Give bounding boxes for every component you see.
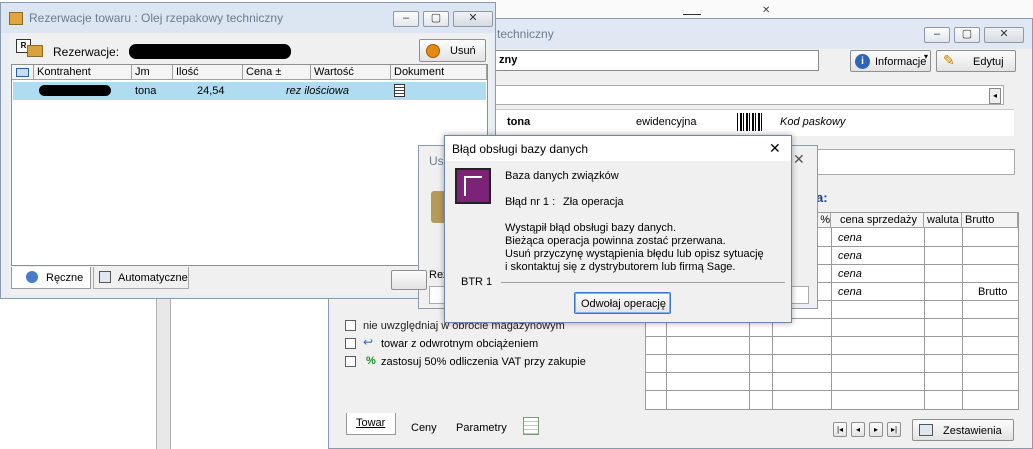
price-row-2-price[interactable]: cena bbox=[838, 250, 862, 262]
error-source: Baza danych związków bbox=[505, 170, 619, 182]
maximize-button[interactable]: ▢ bbox=[954, 27, 980, 43]
product-details-strip: ◂ bbox=[494, 85, 1004, 105]
info-icon: i bbox=[855, 54, 870, 69]
nav-next-button[interactable]: ▸ bbox=[869, 422, 883, 437]
option-label-3: zastosuj 50% odliczenia VAT przy zakupie bbox=[381, 356, 586, 368]
unit-value: tona bbox=[507, 116, 531, 128]
product-name-field[interactable]: zny bbox=[494, 50, 819, 71]
price-row-1-price[interactable]: cena bbox=[838, 232, 862, 244]
tab-ceny[interactable]: Ceny bbox=[411, 422, 437, 434]
product-attributes-strip: tona ewidencyjna Kod paskowy bbox=[494, 109, 1014, 136]
barcode-label: Kod paskowy bbox=[780, 116, 846, 128]
strip-scroll-arrow[interactable]: ◂ bbox=[989, 88, 1001, 104]
reservation-close-button[interactable]: ✕ bbox=[453, 11, 493, 27]
reservations-label: Rezerwacje: bbox=[53, 45, 120, 59]
error-divider bbox=[501, 282, 785, 283]
reservation-window-icon bbox=[9, 12, 23, 25]
redacted-contractor bbox=[39, 85, 111, 96]
reverse-charge-icon: ↩ bbox=[363, 335, 374, 349]
unit-type: ewidencyjna bbox=[636, 116, 697, 128]
error-message-line-1: Wystąpił błąd obsługi bazy danych. bbox=[505, 222, 677, 234]
cancel-operation-label: Odwołaj operację bbox=[581, 298, 666, 310]
document-icon[interactable] bbox=[394, 84, 405, 97]
report-button-label: Zestawienia bbox=[943, 425, 1002, 437]
error-dialog-close-button[interactable]: ✕ bbox=[769, 140, 781, 157]
automatic-icon bbox=[99, 271, 111, 283]
error-dialog-title: Błąd obsługi bazy danych bbox=[452, 142, 589, 156]
row-quantity: 24,54 bbox=[197, 85, 225, 97]
delete-icon bbox=[426, 44, 440, 58]
nav-first-button[interactable]: |◂ bbox=[833, 422, 847, 437]
delete-confirm-close[interactable]: ✕ bbox=[793, 151, 805, 168]
price-col-sale-price[interactable]: cena sprzedaży bbox=[831, 213, 924, 228]
product-name-value: zny bbox=[499, 54, 518, 66]
delete-button-label: Usuń bbox=[450, 45, 476, 57]
col-contractor[interactable]: Kontrahent bbox=[34, 65, 132, 80]
pencil-icon: ✎ bbox=[943, 52, 955, 68]
product-description-field[interactable] bbox=[815, 149, 1015, 175]
close-button[interactable]: ✕ bbox=[984, 27, 1024, 43]
user-icon bbox=[26, 271, 38, 283]
grid-select-column[interactable] bbox=[12, 65, 34, 80]
edit-button-label: Edytuj bbox=[973, 56, 1004, 68]
option-checkbox-1[interactable] bbox=[345, 320, 356, 331]
cancel-operation-button[interactable]: Odwołaj operację bbox=[574, 292, 671, 314]
redacted-product-name bbox=[129, 44, 291, 59]
dropdown-icon: ▾ bbox=[923, 52, 928, 61]
error-message-line-2: Bieżąca operacja powinna zostać przerwan… bbox=[505, 235, 726, 247]
error-number-label: Błąd nr 1 : bbox=[505, 196, 556, 208]
tab-parametry[interactable]: Parametry bbox=[456, 422, 507, 434]
col-unit[interactable]: Jm bbox=[132, 65, 173, 80]
col-document[interactable]: Dokument bbox=[391, 65, 487, 80]
price-row-4-price[interactable]: cena bbox=[838, 286, 862, 298]
error-message-line-4: i skontaktuj się z dystrybutorem lub fir… bbox=[505, 261, 736, 273]
nav-prev-button[interactable]: ◂ bbox=[851, 422, 865, 437]
tab-manual-label: Ręczne bbox=[46, 272, 84, 284]
minimize-button[interactable]: ‒ bbox=[924, 27, 950, 43]
reservation-grid: Kontrahent Jm Ilość Cena ± Wartość Dokum… bbox=[11, 64, 488, 266]
error-code: BTR 1 bbox=[461, 276, 493, 288]
stock-boxes-icon bbox=[27, 45, 43, 57]
option-checkbox-3[interactable] bbox=[345, 356, 356, 367]
price-col-currency[interactable]: waluta bbox=[924, 213, 962, 228]
delete-reservation-button[interactable]: Usuń bbox=[419, 39, 486, 62]
option-label-2: towar z odwrotnym obciążeniem bbox=[381, 338, 539, 350]
delete-confirm-button[interactable] bbox=[391, 270, 427, 290]
option-checkbox-2[interactable] bbox=[345, 338, 356, 349]
price-col-gross[interactable]: Brutto bbox=[962, 213, 1018, 228]
background-close-mark: ✕ bbox=[762, 5, 771, 16]
error-message-line-3: Usuń przyczynę wystąpienia błędu lub opi… bbox=[505, 248, 764, 260]
col-price[interactable]: Cena ± bbox=[243, 65, 311, 80]
info-button-label: Informacje bbox=[875, 56, 927, 68]
reservation-minimize-button[interactable]: ‒ bbox=[393, 11, 419, 27]
report-button[interactable]: Zestawienia bbox=[912, 419, 1014, 441]
product-window-title: techniczny bbox=[497, 27, 554, 41]
tab-automatic[interactable]: Automatyczne bbox=[93, 267, 189, 289]
tab-automatic-label: Automatyczne bbox=[118, 272, 188, 284]
grid-select-icon bbox=[16, 68, 29, 77]
reservation-window-title: Rezerwacje towaru : Olej rzepakowy techn… bbox=[29, 11, 284, 25]
percent-icon: % bbox=[366, 355, 376, 367]
table-row[interactable]: tona 24,54 rez ilościowa bbox=[13, 82, 486, 100]
row-value: rez ilościowa bbox=[286, 85, 349, 97]
error-icon bbox=[455, 168, 491, 204]
nav-last-button[interactable]: ▸| bbox=[887, 422, 901, 437]
row-unit: tona bbox=[135, 85, 157, 97]
col-quantity[interactable]: Ilość bbox=[173, 65, 243, 80]
tab-towar[interactable]: Towar bbox=[346, 413, 396, 435]
report-icon bbox=[919, 424, 933, 436]
tab-manual[interactable]: Ręczne bbox=[11, 267, 91, 289]
info-button[interactable]: i Informacje ▾ bbox=[850, 50, 931, 72]
error-dialog: Błąd obsługi bazy danych ✕ Baza danych z… bbox=[444, 135, 792, 323]
barcode-icon bbox=[737, 113, 763, 131]
reservation-maximize-button[interactable]: ▢ bbox=[423, 11, 449, 27]
price-row-3-price[interactable]: cena bbox=[838, 268, 862, 280]
error-name: Zła operacja bbox=[563, 196, 624, 208]
tab-towar-label: Towar bbox=[356, 417, 386, 429]
col-value[interactable]: Wartość bbox=[311, 65, 391, 80]
edit-button[interactable]: ✎ Edytuj bbox=[936, 50, 1016, 72]
notes-icon[interactable] bbox=[523, 417, 539, 435]
left-panel bbox=[156, 299, 171, 449]
price-row-4-gross[interactable]: Brutto bbox=[978, 286, 1007, 298]
